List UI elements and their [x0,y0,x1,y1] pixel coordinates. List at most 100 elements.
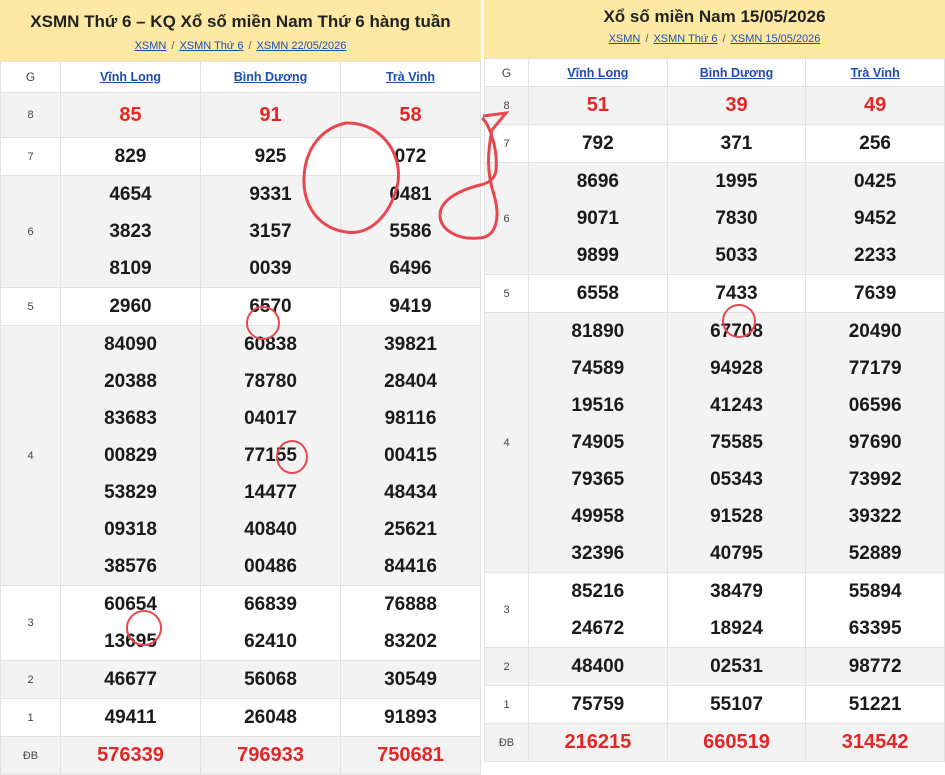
result-cell: 925 [200,137,341,176]
result-number: 91893 [384,707,437,728]
result-cell: 38479 18924 [666,572,807,648]
result-number: 32396 [571,543,625,564]
result-number: 60654 [104,594,157,615]
result-number: 74589 [571,358,625,379]
prize-tier-label: 2 [0,660,61,699]
result-number: 79365 [571,469,625,490]
result-number: 81890 [571,321,625,342]
prize-tier-label: 7 [0,137,61,176]
result-number: 60838 [244,334,297,355]
result-cell: 48400 [528,647,668,686]
prize-row: 2 48400 02531 98772 [484,647,945,686]
result-cell: 46677 [60,660,201,699]
result-number: 75585 [710,432,763,453]
result-number: 52889 [848,543,902,564]
result-number: 58 [399,103,422,126]
breadcrumb-link-xsmn[interactable]: XSMN [609,33,641,45]
prize-row: 7 792 371 256 [484,124,945,163]
table-header-row: G Vĩnh Long Bình Dương Trà Vinh [484,58,945,87]
prize-row: 3 85216 24672 38479 18924 55894 63395 [484,572,945,648]
province-link-tra-vinh[interactable]: Trà Vinh [386,70,435,84]
result-number: 3823 [109,221,152,242]
breadcrumb-link-date[interactable]: XSMN 15/05/2026 [731,33,821,45]
right-results-panel: Xổ số miền Nam 15/05/2026 XSMN / XSMN Thứ … [484,0,945,762]
column-header-province: Bình Dương [200,61,341,93]
breadcrumb-link-xsmn[interactable]: XSMN [135,40,167,52]
result-number: 2960 [109,296,152,317]
breadcrumb-link-xsmn-thu6[interactable]: XSMN Thứ 6 [179,40,243,52]
prize-tier-label: 8 [0,92,61,138]
result-cell: 4654 3823 8109 [60,175,201,288]
result-number: 91528 [710,506,763,527]
result-cell: 9331 3157 0039 [200,175,341,288]
result-cell: 60838 78780 04017 77155 14477 40840 00486 [200,325,341,586]
result-number: 256 [859,133,891,154]
right-header: Xổ số miền Nam 15/05/2026 XSMN / XSMN Thứ … [484,0,945,58]
result-number: 55107 [710,694,763,715]
result-number: 40795 [710,543,763,564]
result-cell: 216215 [528,723,668,762]
province-link-binh-duong[interactable]: Bình Dương [234,70,307,84]
result-number: 05343 [710,469,763,490]
prize-tier-label: 4 [484,312,529,573]
breadcrumb-link-date[interactable]: XSMN 22/05/2026 [257,40,347,52]
result-cell: 51 [528,86,668,125]
breadcrumb: XSMN / XSMN Thứ 6 / XSMN 15/05/2026 [484,33,945,45]
result-number: 7433 [715,283,758,304]
result-number: 73992 [848,469,902,490]
result-number: 67708 [710,321,763,342]
prize-row: 4 81890 74589 19516 74905 79365 49958 32396 6770… [484,312,945,573]
province-link-binh-duong[interactable]: Bình Dương [700,66,773,80]
right-results-table: G Vĩnh Long Bình Dương Trà Vinh 8 51 39 49 7… [484,58,945,762]
result-cell: 750681 [340,736,481,775]
breadcrumb: XSMN / XSMN Thứ 6 / XSMN 22/05/2026 [0,40,481,52]
result-cell: 91 [200,92,341,138]
result-number: 9452 [854,208,897,229]
result-number: 8696 [576,171,619,192]
prize-tier-label: 7 [484,124,529,163]
result-number: 5033 [715,245,758,266]
result-cell: 8696 9071 9899 [528,162,668,275]
result-number: 55894 [848,581,902,602]
result-number: 2233 [854,245,897,266]
result-number: 750681 [377,744,444,766]
result-cell: 2960 [60,287,201,326]
breadcrumb-link-xsmn-thu6[interactable]: XSMN Thứ 6 [653,33,717,45]
prize-row: 8 51 39 49 [484,86,945,125]
province-link-vinh-long[interactable]: Vĩnh Long [100,70,161,84]
column-header-province: Bình Dương [666,58,807,87]
result-number: 02531 [710,656,763,677]
province-link-tra-vinh[interactable]: Trà Vinh [851,66,900,80]
result-number: 314542 [841,731,909,753]
prize-tier-label: 6 [484,162,529,275]
breadcrumb-separator: / [645,33,649,45]
prize-row: 6 4654 3823 8109 9331 3157 0039 0481 5586 6496 [0,175,481,288]
prize-row: 4 84090 20388 83683 00829 53829 09318 38576 6083… [0,325,481,586]
left-header: XSMN Thứ 6 – KQ Xổ số miền Nam Thứ 6 hàn… [0,0,481,61]
result-cell: 796933 [200,736,341,775]
result-number: 56068 [244,669,297,690]
prize-row: 2 46677 56068 30549 [0,660,481,699]
result-cell: 91893 [340,698,481,737]
prize-row: 1 49411 26048 91893 [0,698,481,737]
prize-tier-label: ĐB [0,736,61,775]
result-number: 74905 [571,432,625,453]
result-cell: 0425 9452 2233 [805,162,945,275]
page-title: XSMN Thứ 6 – KQ Xổ số miền Nam Thứ 6 hàn… [30,12,451,31]
result-number: 51 [586,94,609,116]
result-number: 77155 [244,445,297,466]
result-cell: 85216 24672 [528,572,668,648]
result-number: 26048 [244,707,297,728]
result-cell: 02531 [666,647,807,686]
result-number: 97690 [848,432,902,453]
province-link-vinh-long[interactable]: Vĩnh Long [567,66,628,80]
result-number: 39322 [848,506,902,527]
column-header-g: G [0,61,61,93]
result-number: 28404 [384,371,437,392]
result-number: 46677 [104,669,157,690]
prize-row: 5 6558 7433 7639 [484,274,945,313]
prize-row: 5 2960 6570 9419 [0,287,481,326]
result-cell: 6558 [528,274,668,313]
result-number: 06596 [848,395,902,416]
prize-tier-label: 5 [0,287,61,326]
